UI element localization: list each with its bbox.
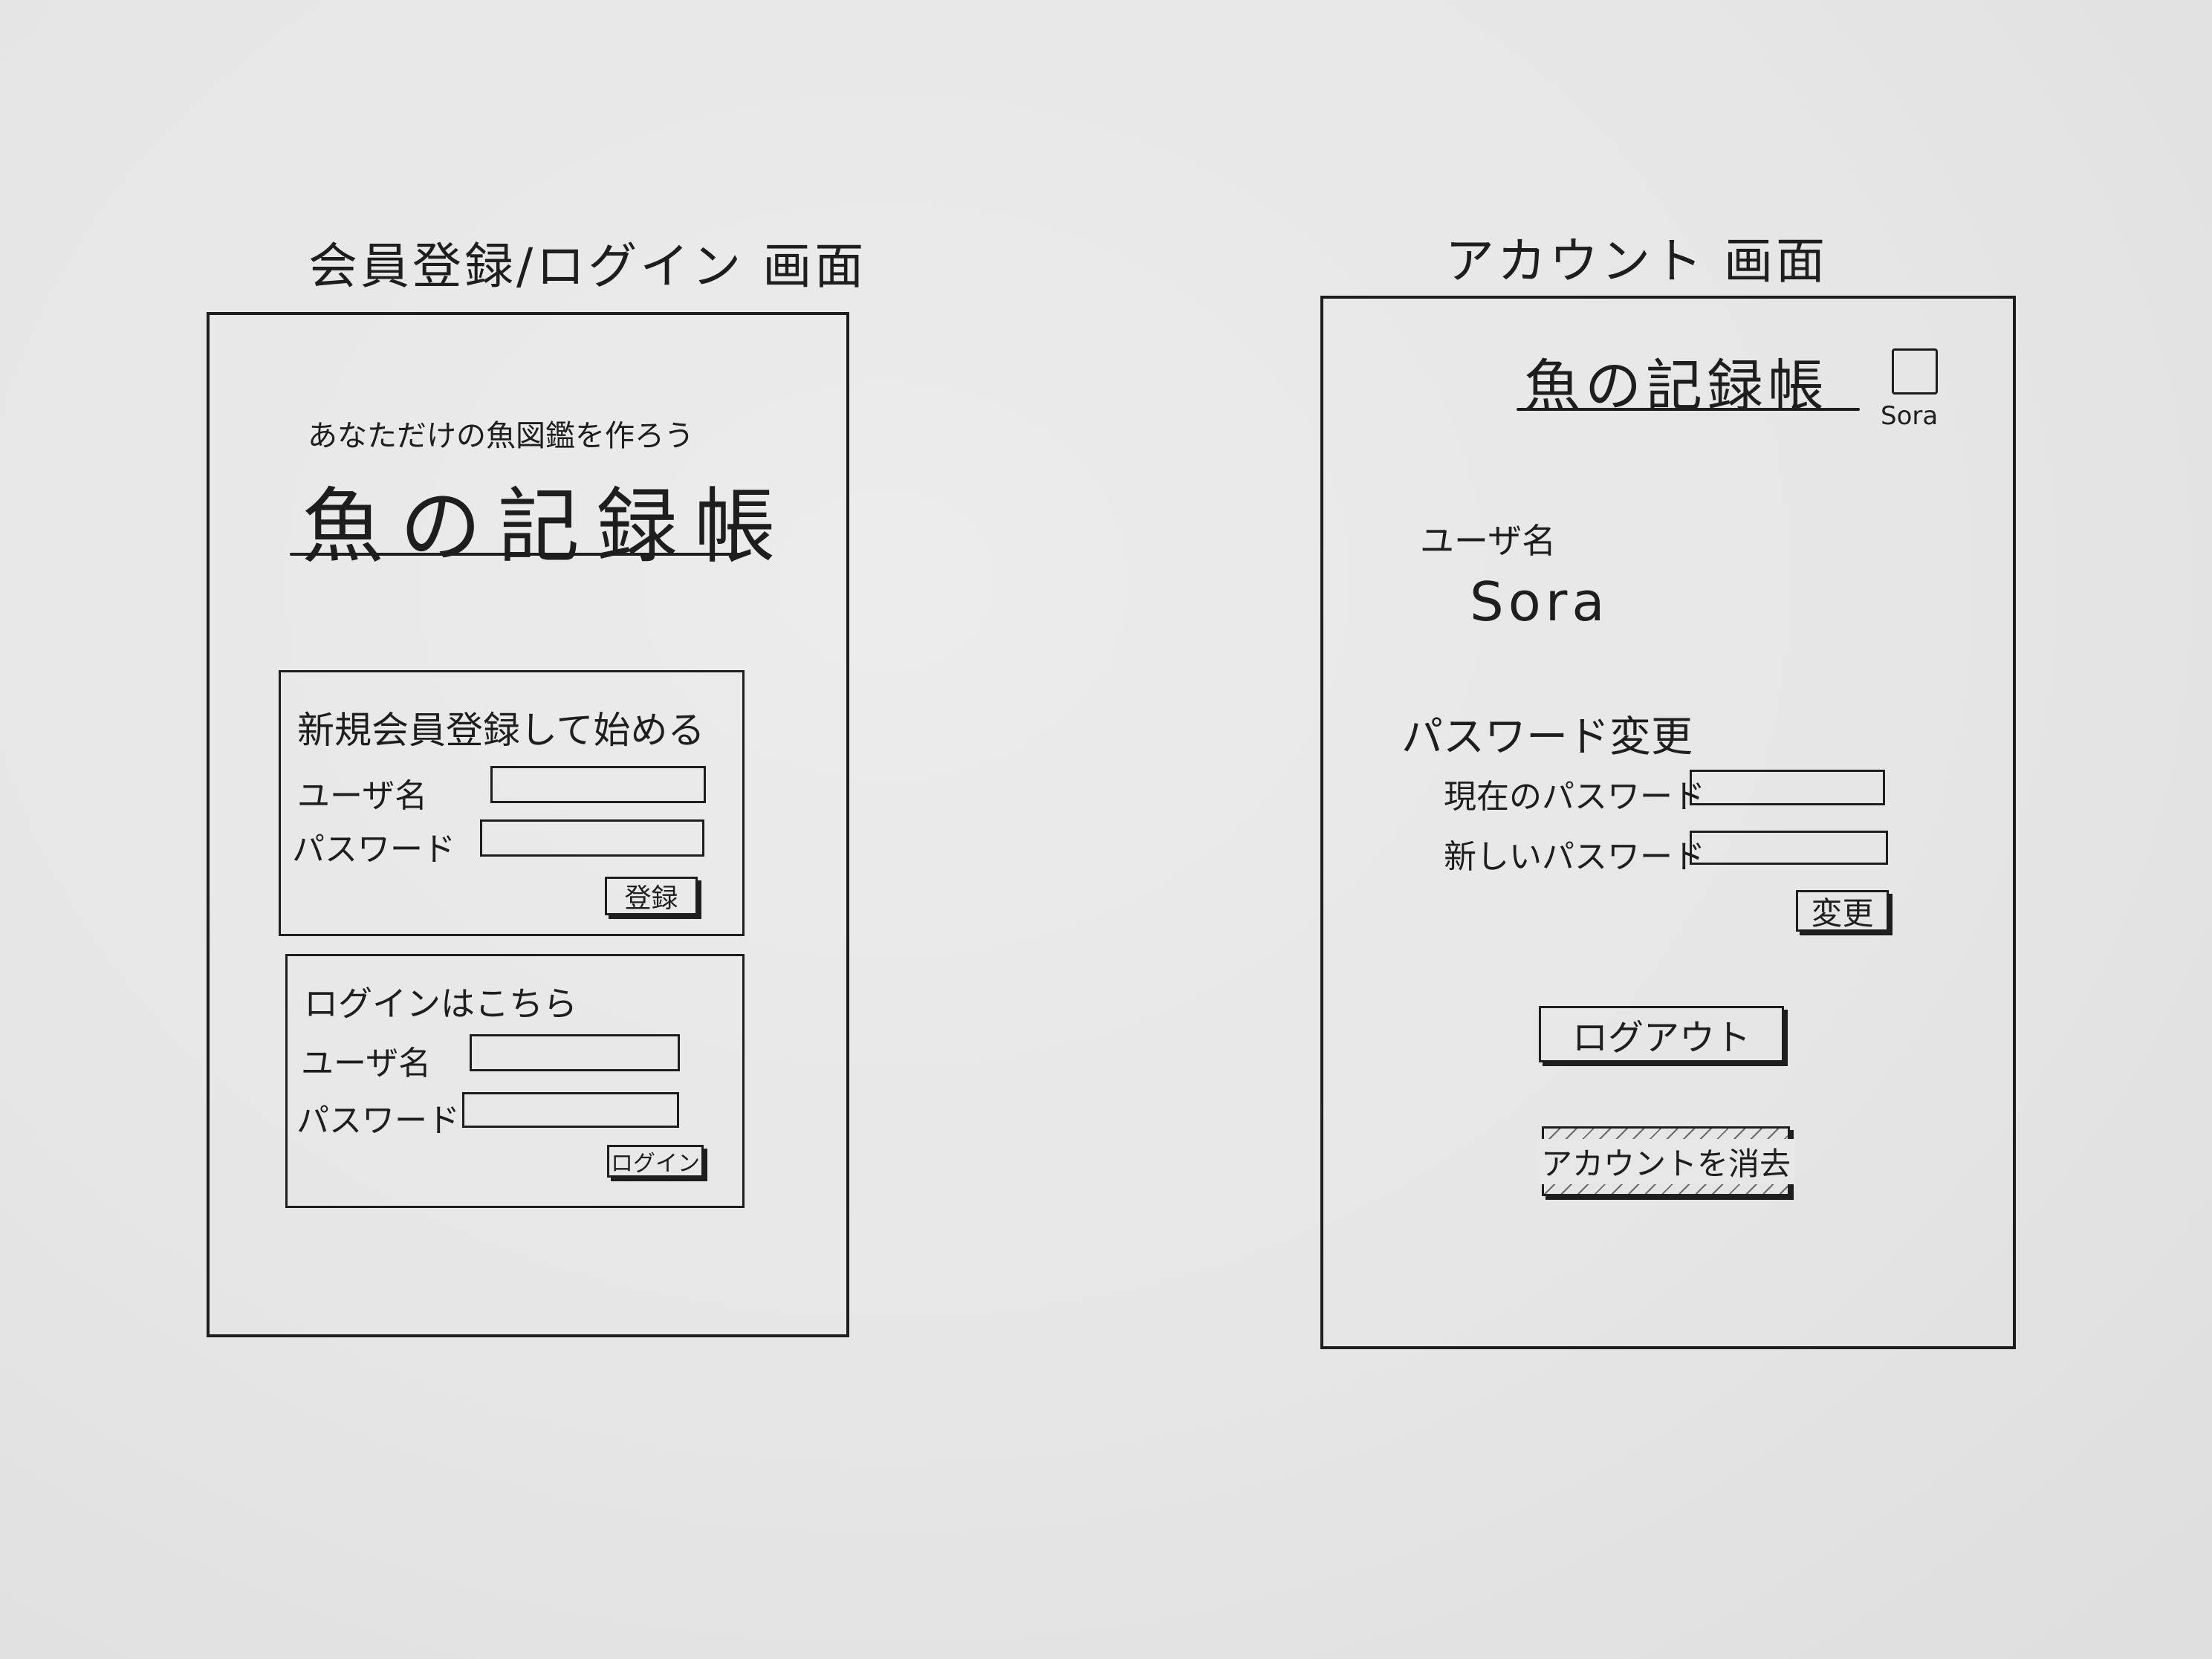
current-password-field[interactable] — [1690, 770, 1885, 805]
register-login-phone-frame: あなただけの魚図鑑を作ろう 魚の記録帳 新規会員登録して始める ユーザ名 パスワ… — [207, 312, 849, 1337]
register-panel: 新規会員登録して始める ユーザ名 パスワード 登録 — [279, 670, 745, 936]
logo-underline — [290, 553, 746, 556]
login-button[interactable]: ログイン — [607, 1145, 704, 1178]
login-username-field[interactable] — [470, 1034, 680, 1071]
avatar-icon[interactable] — [1892, 348, 1938, 395]
register-username-field[interactable] — [490, 766, 706, 803]
register-username-label: ユーザ名 — [297, 777, 428, 815]
logout-button[interactable]: ログアウト — [1539, 1006, 1784, 1062]
register-login-screen-title: 会員登録/ログイン 画面 — [308, 238, 867, 295]
register-button-label: 登録 — [624, 883, 678, 914]
new-password-label: 新しいパスワード — [1444, 838, 1705, 876]
account-screen-title: アカウント 画面 — [1445, 233, 1828, 290]
app-logo-title: 魚の記録帳 — [302, 479, 792, 574]
register-button[interactable]: 登録 — [605, 877, 698, 915]
logout-button-label: ログアウト — [1572, 1017, 1751, 1059]
password-change-heading: パスワード変更 — [1401, 713, 1693, 762]
change-password-button[interactable]: 変更 — [1796, 890, 1889, 932]
register-heading: 新規会員登録して始める — [297, 709, 705, 752]
account-phone-frame: 魚の記録帳 Sora ユーザ名 Sora パスワード変更 現在のパスワード 新し… — [1320, 296, 2016, 1349]
login-username-label: ユーザ名 — [301, 1045, 432, 1082]
account-logo-underline — [1517, 408, 1860, 411]
avatar-caption: Sora — [1881, 401, 1939, 431]
login-panel: ログインはこちら ユーザ名 パスワード ログイン — [285, 954, 745, 1208]
delete-account-button[interactable]: アカウントを消去 — [1537, 1126, 1796, 1196]
login-password-field[interactable] — [462, 1092, 679, 1128]
login-heading: ログインはこちら — [304, 984, 577, 1024]
login-password-label: パスワード — [296, 1102, 460, 1140]
new-password-field[interactable] — [1690, 831, 1888, 865]
current-password-label: 現在のパスワード — [1444, 778, 1705, 816]
register-password-field[interactable] — [480, 819, 704, 857]
delete-account-button-label: アカウントを消去 — [1537, 1138, 1796, 1184]
account-username-value: Sora — [1470, 571, 1609, 633]
register-password-label: パスワード — [292, 831, 455, 869]
change-password-button-label: 変更 — [1811, 895, 1874, 932]
account-username-label: ユーザ名 — [1420, 521, 1557, 561]
tagline: あなただけの魚図鑑を作ろう — [308, 419, 694, 453]
login-button-label: ログイン — [611, 1151, 700, 1177]
